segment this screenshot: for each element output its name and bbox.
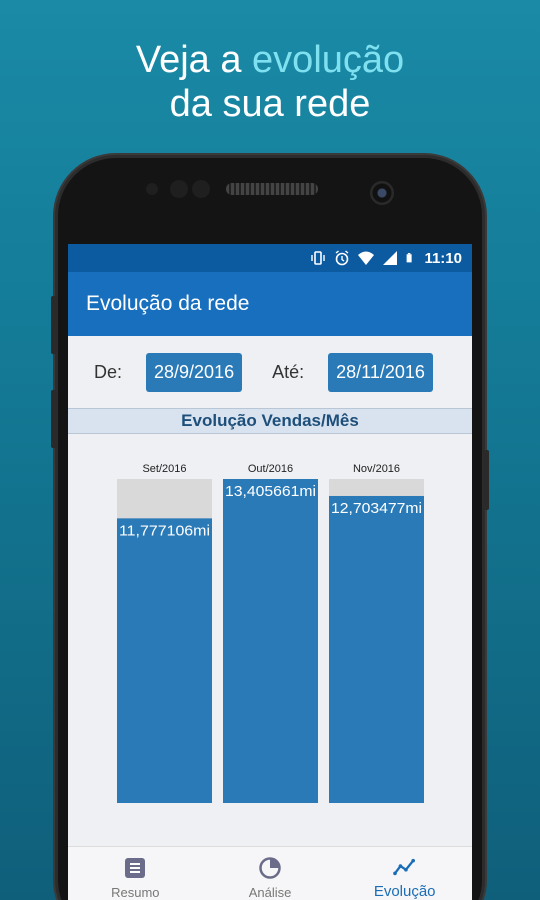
front-camera xyxy=(370,181,394,205)
proximity-sensor xyxy=(146,183,158,195)
nav-label-resumo: Resumo xyxy=(111,885,160,900)
headline-line1: Veja a evolução xyxy=(0,38,540,82)
bar xyxy=(223,479,318,803)
nav-label-evolucao: Evolução xyxy=(373,883,436,900)
earpiece-speaker xyxy=(226,183,318,195)
from-date-button[interactable]: 28/9/2016 xyxy=(146,352,243,392)
nav-label-analise: Análise xyxy=(248,885,292,900)
light-sensor xyxy=(170,180,188,198)
nav-item-evolucao[interactable]: Evolução xyxy=(337,847,472,900)
chart-area: Set/2016 11,777106mi Out/2016 13,405661mi No… xyxy=(68,434,472,852)
vibrate-icon xyxy=(311,251,326,265)
bar-value-label: 12,703477mi xyxy=(331,500,422,517)
headline-accent: evolução xyxy=(252,39,405,81)
chart-title: Evolução Vendas/Mês xyxy=(68,408,472,434)
bar-value-label: 11,777106mi xyxy=(119,522,210,539)
date-filter-row: De: 28/9/2016 Até: 28/11/2016 xyxy=(68,336,472,408)
page-title: Evolução da rede xyxy=(86,292,250,315)
app-bar: Evolução da rede xyxy=(68,272,472,336)
to-label: Até: xyxy=(272,361,305,382)
alarm-icon xyxy=(336,250,349,266)
bar xyxy=(329,495,424,803)
promo-headline: Veja a evolução da sua rede xyxy=(0,38,540,126)
nav-item-analise[interactable]: Análise xyxy=(203,847,338,900)
trend-icon xyxy=(392,858,415,876)
to-date-button[interactable]: 28/11/2016 xyxy=(328,352,433,392)
status-bar: 11:10 xyxy=(68,244,472,272)
bottom-navigation: Resumo Análise Evolução xyxy=(68,846,472,900)
bar-value-label: 13,405661mi xyxy=(225,483,316,500)
power-button xyxy=(483,450,489,510)
list-icon xyxy=(125,858,146,878)
nav-item-resumo[interactable]: Resumo xyxy=(68,847,203,900)
bar-category-label: Nov/2016 xyxy=(353,463,400,475)
sales-chart: Set/2016 11,777106mi Out/2016 13,405661mi No… xyxy=(117,463,424,803)
battery-icon xyxy=(407,253,413,263)
app-screen: 11:10 Evolução da rede De: 28/9/2016 Até… xyxy=(68,244,472,900)
pie-chart-icon xyxy=(259,857,281,879)
from-label: De: xyxy=(94,361,123,382)
status-time: 11:10 xyxy=(424,249,462,267)
bar-category-label: Set/2016 xyxy=(142,463,186,475)
wifi-icon xyxy=(358,251,375,265)
headline-line2: da sua rede xyxy=(169,83,371,125)
headline-text: Veja a xyxy=(135,39,253,81)
signal-icon xyxy=(383,251,398,265)
bar-category-label: Out/2016 xyxy=(248,463,293,475)
iris-sensor xyxy=(192,180,210,198)
bar xyxy=(117,518,212,803)
volume-button-2 xyxy=(51,390,57,448)
volume-button xyxy=(51,296,57,354)
